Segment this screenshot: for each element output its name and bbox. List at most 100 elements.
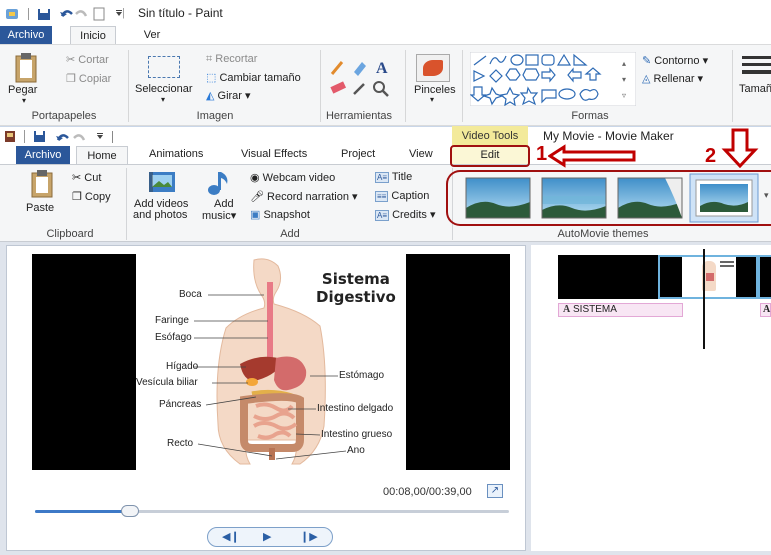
paint-tab-ver[interactable]: Ver: [138, 26, 166, 44]
title-separator: |: [122, 7, 125, 19]
paint-cut-button[interactable]: ✂ Cortar: [66, 53, 109, 66]
snapshot-button[interactable]: ▣ Snapshot: [250, 208, 310, 221]
seek-bar[interactable]: [35, 510, 509, 513]
photo-video-icon: [149, 172, 175, 192]
ribbon-divider: [462, 50, 463, 122]
scissors-icon: ✂: [72, 172, 85, 184]
label-pancreas: Páncreas: [159, 399, 202, 410]
add-music-button[interactable]: Add music▾: [200, 170, 240, 222]
paint-rotate-button[interactable]: ◭ Girar ▾: [206, 89, 251, 102]
clipboard-icon: [31, 170, 53, 198]
copy-icon: ❐: [72, 191, 85, 203]
annotation-arrow-left: [548, 144, 636, 168]
paint-brushes-button[interactable]: Pinceles ▾: [410, 52, 460, 108]
moviemaker-group-themes: AutoMovie themes: [557, 228, 649, 240]
paint-size-button[interactable]: [742, 56, 771, 74]
label-boca: Boca: [179, 289, 202, 300]
storyboard-clip-next[interactable]: [758, 255, 771, 299]
moviemaker-copy-button[interactable]: ❐ Copy: [72, 190, 111, 203]
music-note-icon: [208, 172, 228, 195]
caption-bar-next[interactable]: A: [760, 303, 771, 317]
paint-copy-button[interactable]: ❐ Copiar: [66, 72, 111, 85]
moviemaker-group-add: Add: [280, 228, 300, 240]
moviemaker-tab-archivo[interactable]: Archivo: [16, 146, 70, 164]
label-esofago: Esófago: [155, 332, 192, 343]
paint-window-title: Sin título - Paint: [138, 6, 223, 20]
ribbon-divider: [128, 50, 129, 122]
svg-text:A: A: [376, 60, 388, 77]
moviemaker-cut-button[interactable]: ✂ Cut: [72, 171, 101, 184]
annotation-step-1: 1: [536, 143, 548, 165]
paint-crop-button[interactable]: ⌗ Recortar: [206, 53, 257, 66]
add-videos-photos-button[interactable]: Add videos and photos: [133, 170, 203, 222]
camera-icon: ▣: [250, 209, 264, 221]
moviemaker-tab-project[interactable]: Project: [341, 148, 375, 160]
webcam-video-button[interactable]: ◉ Webcam video: [250, 171, 335, 184]
slide-heading: Sistema Digestivo: [316, 270, 396, 306]
ribbon-divider: [320, 50, 321, 122]
preview-pane: Sistema Digestivo Boca Faringe Esófago H…: [6, 245, 526, 551]
brush-icon: [416, 54, 450, 82]
label-vesicula: Vesícula biliar: [136, 377, 198, 388]
moviemaker-tab-home[interactable]: Home: [76, 146, 128, 165]
label-recto: Recto: [167, 438, 194, 449]
paint-group-image: Imagen: [196, 110, 234, 122]
caption-bar[interactable]: A SISTEMA: [558, 303, 683, 317]
paint-resize-button[interactable]: ⬚ Cambiar tamaño: [206, 71, 301, 84]
copy-icon: ❐: [66, 73, 79, 85]
next-frame-button[interactable]: ❙▶: [300, 530, 318, 543]
resize-icon: ⬚: [206, 72, 220, 84]
microphone-icon: 🎤︎: [250, 191, 268, 203]
label-estomago: Estómago: [339, 370, 385, 381]
previous-frame-button[interactable]: ◀❙: [222, 530, 240, 543]
paint-tab-inicio[interactable]: Inicio: [70, 26, 116, 44]
moviemaker-quick-access: [5, 130, 113, 143]
label-faringe: Faringe: [155, 315, 189, 326]
crop-icon: ⌗: [206, 53, 216, 65]
storyboard-clip-selected[interactable]: [658, 255, 758, 299]
annotation-arrow-down: [721, 128, 759, 168]
paint-shapes-gallery[interactable]: ▴ ▾ ▿: [470, 52, 636, 106]
seek-bar-fill: [35, 510, 130, 513]
caption-button[interactable]: ≡≡ Caption: [375, 190, 429, 202]
annotation-step-2: 2: [705, 145, 717, 167]
seek-thumb[interactable]: [120, 505, 139, 517]
webcam-icon: ◉: [250, 172, 263, 184]
storyboard-clip-black[interactable]: [558, 255, 658, 299]
paint-tab-archivo[interactable]: Archivo: [0, 26, 52, 44]
preview-monitor: Sistema Digestivo Boca Faringe Esófago H…: [32, 254, 510, 470]
moviemaker-tab-animations[interactable]: Animations: [149, 148, 203, 160]
paint-paste-button[interactable]: Pegar ▾: [8, 52, 44, 108]
chevron-down-icon: ▾: [161, 95, 166, 104]
video-tools-contextual-tab: Video Tools: [452, 126, 528, 146]
moviemaker-window-title: My Movie - Movie Maker: [543, 129, 674, 143]
title-icon: A≡: [375, 172, 390, 183]
paint-fill-button[interactable]: ◬ Rellenar ▾: [642, 72, 703, 85]
edit-tab-highlight: [450, 145, 530, 167]
svg-text:▴: ▴: [622, 59, 626, 68]
ribbon-divider: [126, 168, 127, 240]
paint-size-label: Tamañ: [739, 83, 771, 95]
title-button[interactable]: A≡ Title: [375, 171, 412, 183]
paint-tools-icons: A: [330, 60, 389, 97]
paint-outline-button[interactable]: ✎ Contorno ▾: [642, 54, 708, 67]
play-button[interactable]: ▶: [263, 530, 271, 543]
moviemaker-paste-button[interactable]: Paste: [22, 170, 62, 220]
moviemaker-tab-view[interactable]: View: [409, 148, 433, 160]
caption-icon: A: [563, 304, 571, 315]
fullscreen-icon[interactable]: ↗: [487, 484, 503, 498]
moviemaker-tab-visual-effects[interactable]: Visual Effects: [241, 148, 307, 160]
svg-text:▾: ▾: [622, 75, 626, 84]
paint-group-tools: Herramientas: [325, 110, 393, 122]
scissors-icon: ✂: [66, 54, 79, 66]
record-narration-button[interactable]: 🎤︎ Record narration ▾: [250, 190, 358, 203]
chevron-down-icon: ▾: [430, 95, 435, 104]
label-higado: Hígado: [166, 361, 199, 372]
clip-thumbnail: [682, 257, 736, 297]
fill-bucket-icon: ◬: [642, 73, 654, 85]
ribbon-divider: [405, 50, 406, 122]
credits-button[interactable]: A≡ Credits ▾: [375, 208, 436, 221]
playhead[interactable]: [703, 249, 705, 349]
quick-access-toolbar: [6, 7, 122, 21]
paint-select-button[interactable]: Seleccionar ▾: [135, 52, 195, 108]
